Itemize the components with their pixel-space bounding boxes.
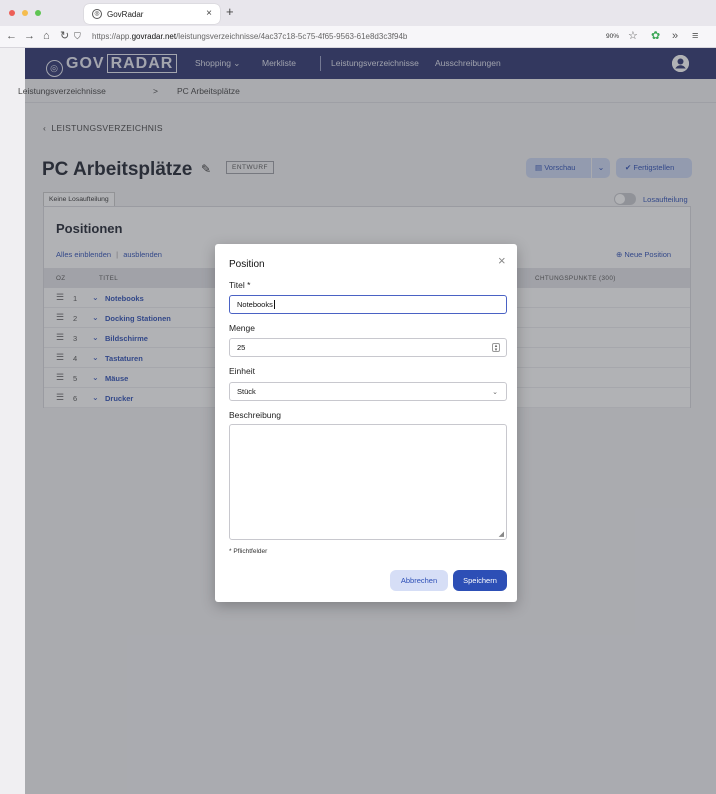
browser-toolbar: ← → ⌂ ↻ ⛉ https://app.govradar.net/leist… bbox=[0, 26, 716, 48]
text-cursor bbox=[273, 300, 275, 309]
close-window-dot[interactable] bbox=[9, 10, 15, 16]
extension-icon[interactable]: ✿ bbox=[651, 31, 660, 42]
einheit-select[interactable]: Stück ⌄ bbox=[229, 382, 507, 401]
browser-tab-bar: ◎ GovRadar × + bbox=[0, 0, 716, 26]
beschreibung-textarea[interactable]: ◢ bbox=[229, 424, 507, 540]
menge-value: 25 bbox=[237, 343, 246, 352]
titel-value: Notebooks bbox=[237, 300, 273, 309]
save-button[interactable]: Speichern bbox=[453, 570, 507, 591]
url-path: /leistungsverzeichnisse/4ac37c18-5c75-4f… bbox=[176, 32, 408, 41]
number-stepper-icon[interactable]: ▴ ▾ bbox=[492, 343, 500, 353]
browser-tab[interactable]: ◎ GovRadar × bbox=[84, 4, 220, 24]
titel-label: Titel * bbox=[229, 280, 251, 290]
cancel-button[interactable]: Abbrechen bbox=[390, 570, 448, 591]
menge-label: Menge bbox=[229, 323, 255, 333]
close-icon[interactable]: × bbox=[498, 253, 506, 268]
url-prefix: https://app. bbox=[92, 32, 132, 41]
new-tab-button[interactable]: + bbox=[226, 4, 234, 19]
url-field[interactable]: https://app.govradar.net/leistungsverzei… bbox=[92, 32, 407, 41]
menge-input[interactable]: 25 ▴ ▾ bbox=[229, 338, 507, 357]
modal-title: Position bbox=[229, 259, 265, 270]
back-arrow-icon[interactable]: ← bbox=[6, 31, 17, 42]
reload-icon[interactable]: ↻ bbox=[60, 31, 69, 42]
chevron-down-icon: ⌄ bbox=[492, 389, 498, 396]
einheit-label: Einheit bbox=[229, 366, 255, 376]
einheit-value: Stück bbox=[237, 387, 256, 396]
overflow-chevron-icon[interactable]: » bbox=[672, 31, 678, 42]
beschreibung-label: Beschreibung bbox=[229, 410, 281, 420]
tab-title: GovRadar bbox=[107, 10, 144, 19]
titel-input[interactable]: Notebooks bbox=[229, 295, 507, 314]
required-note: * Pflichtfelder bbox=[229, 548, 268, 555]
tab-close-icon[interactable]: × bbox=[206, 8, 212, 19]
govradar-favicon-icon: ◎ bbox=[92, 9, 102, 19]
maximize-window-dot[interactable] bbox=[35, 10, 41, 16]
shield-icon: ⛉ bbox=[74, 31, 81, 41]
minimize-window-dot[interactable] bbox=[22, 10, 28, 16]
menu-hamburger-icon[interactable]: ≡ bbox=[692, 31, 698, 42]
forward-arrow-icon[interactable]: → bbox=[24, 31, 35, 42]
url-host: govradar.net bbox=[131, 32, 177, 41]
position-modal: × Position Titel * Notebooks Menge 25 ▴ ▾ … bbox=[215, 244, 517, 602]
browser-window: ◎ GovRadar × + ← → ⌂ ↻ ⛉ https://app.gov… bbox=[0, 0, 716, 794]
bookmark-star-icon[interactable]: ☆ bbox=[628, 31, 638, 42]
resize-handle-icon[interactable]: ◢ bbox=[499, 530, 504, 538]
zoom-level[interactable]: 90% bbox=[606, 33, 619, 40]
home-icon[interactable]: ⌂ bbox=[43, 31, 50, 42]
